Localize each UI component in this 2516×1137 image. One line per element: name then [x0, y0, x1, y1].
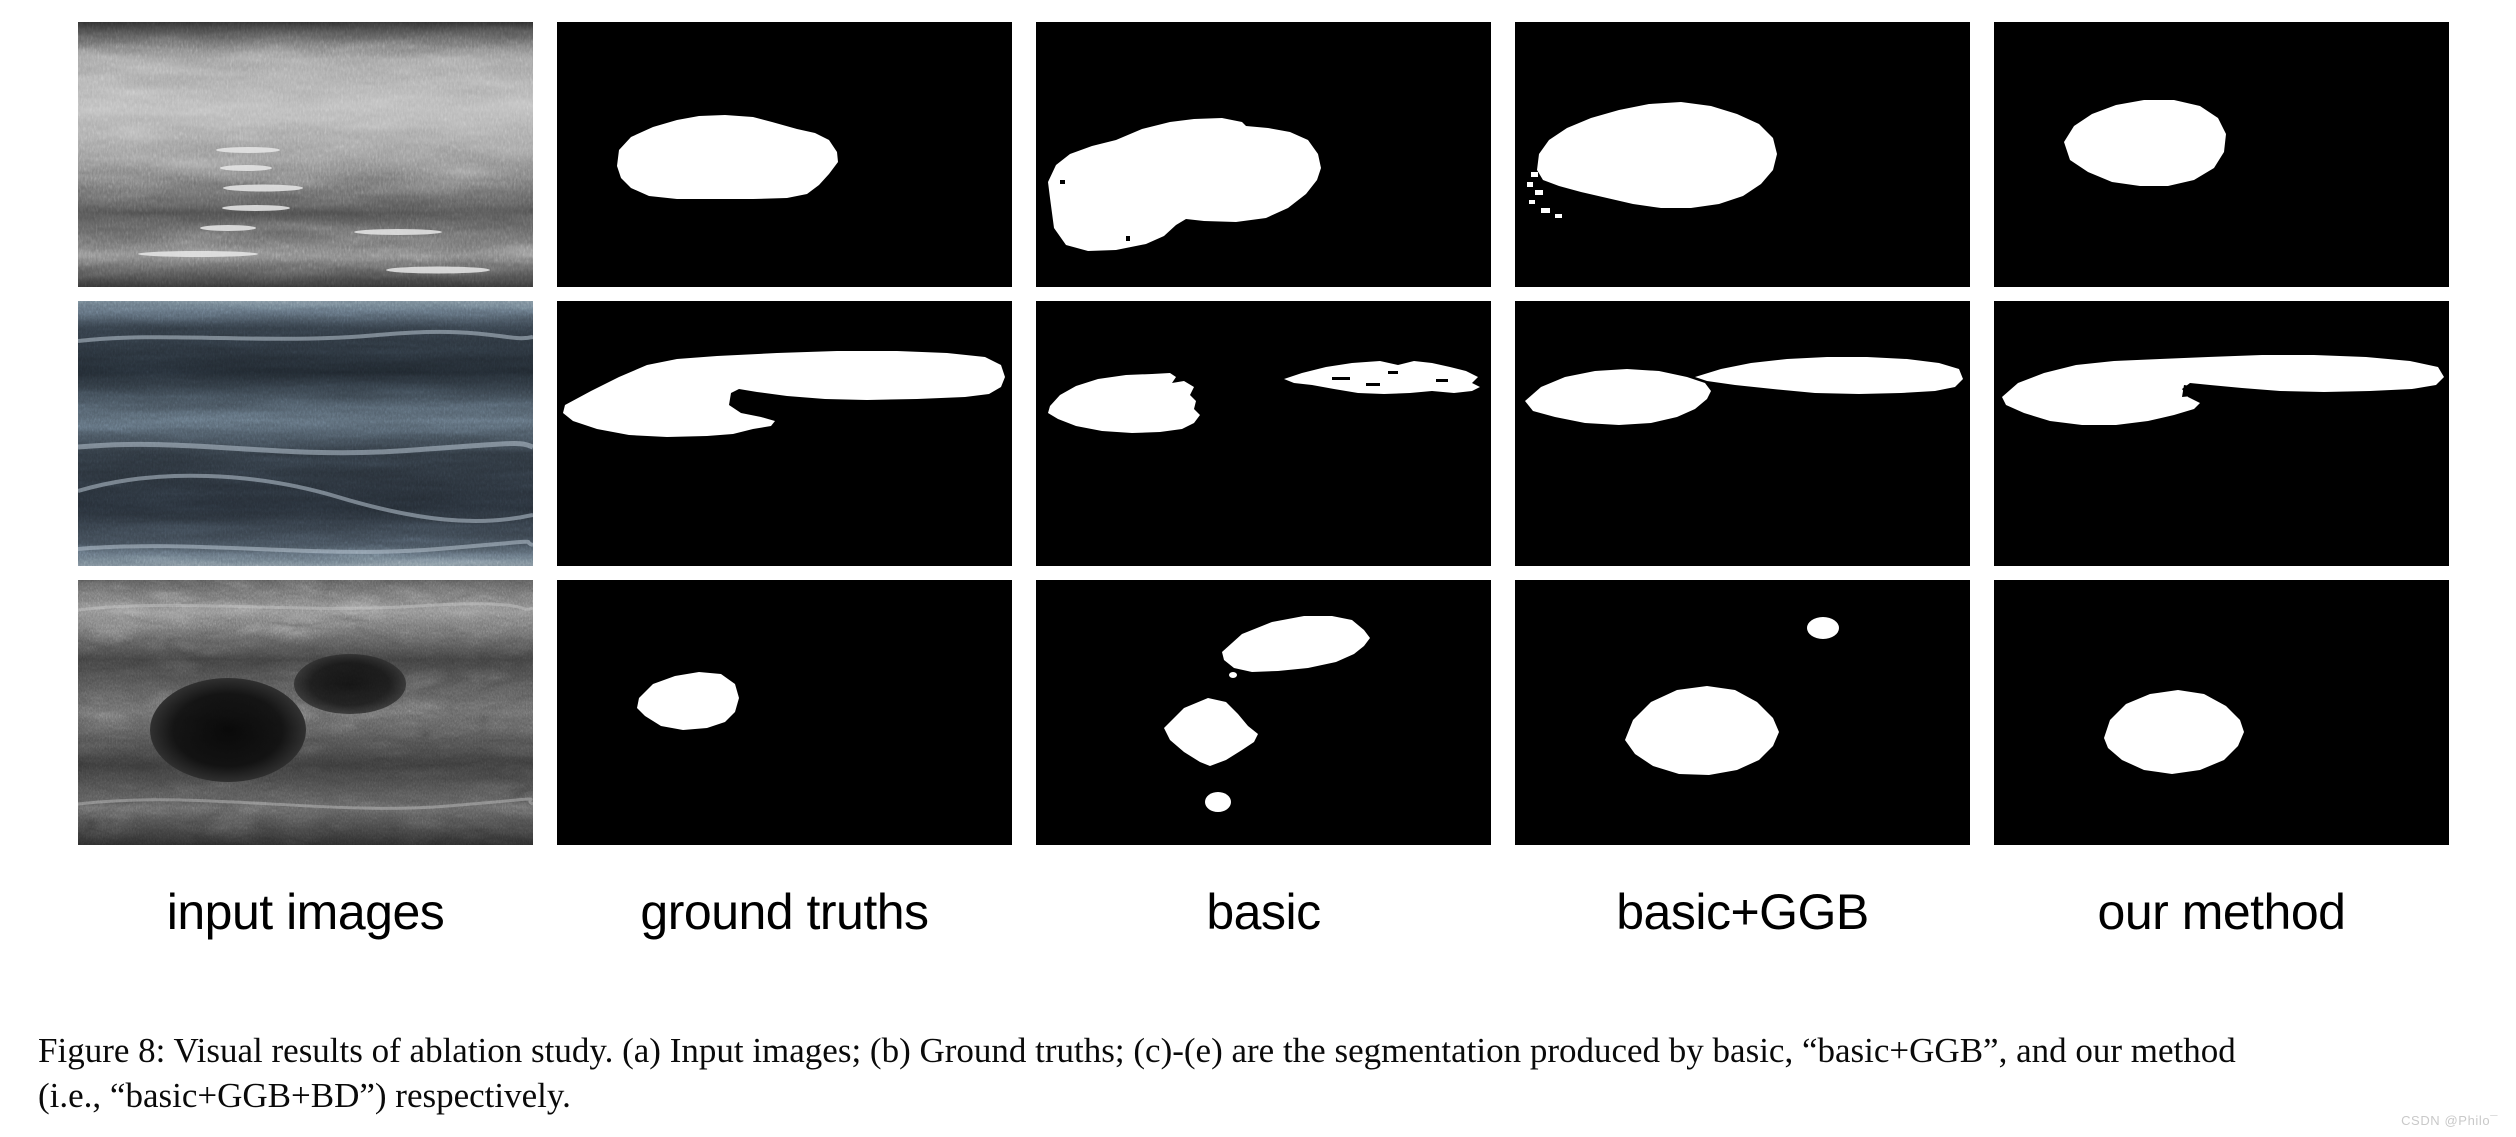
panel-row1-input-images: [78, 22, 533, 287]
segmentation-mask-row2-our-method: [1994, 301, 2449, 566]
panel-row2-input-images: [78, 301, 533, 566]
segmentation-mask-row2-basic: [1036, 301, 1491, 566]
panel-row3-basic: [1036, 580, 1491, 845]
figure-caption-line-1: Figure 8: Visual results of ablation stu…: [38, 1031, 2236, 1070]
csdn-watermark: CSDN @Philo¯: [2401, 1113, 2498, 1128]
panel-row3-ground-truth: [557, 580, 1012, 845]
segmentation-mask-row3-our-method: [1994, 580, 2449, 845]
column-label-basic-ggb: basic+GGB: [1616, 884, 1869, 940]
panel-row1-basic: [1036, 22, 1491, 287]
panel-row1-basic-ggb: [1515, 22, 1970, 287]
segmentation-mask-row3-ground-truth: [557, 580, 1012, 845]
segmentation-mask-row1-basic-ggb: [1515, 22, 1970, 287]
panel-row2-basic-ggb: [1515, 301, 1970, 566]
figure-page: input images ground truths basic basic+G…: [0, 0, 2516, 1137]
figure-grid: [78, 22, 2449, 845]
ultrasound-image-row1: [78, 22, 533, 287]
segmentation-mask-row1-basic: [1036, 22, 1491, 287]
segmentation-mask-row3-basic-ggb: [1515, 580, 1970, 845]
column-label-our-method: our method: [2097, 884, 2346, 940]
panel-row2-our-method: [1994, 301, 2449, 566]
segmentation-mask-row2-ground-truth: [557, 301, 1012, 566]
segmentation-mask-row1-ground-truth: [557, 22, 1012, 287]
panel-row3-basic-ggb: [1515, 580, 1970, 845]
column-label-input-images: input images: [166, 884, 445, 940]
panel-row1-our-method: [1994, 22, 2449, 287]
panel-row1-ground-truth: [557, 22, 1012, 287]
ultrasound-image-row3: [78, 580, 533, 845]
figure-caption: Figure 8: Visual results of ablation stu…: [38, 1028, 2488, 1118]
segmentation-mask-row3-basic: [1036, 580, 1491, 845]
column-label-ground-truths: ground truths: [640, 884, 929, 940]
segmentation-mask-row2-basic-ggb: [1515, 301, 1970, 566]
panel-row2-ground-truth: [557, 301, 1012, 566]
segmentation-mask-row1-our-method: [1994, 22, 2449, 287]
panel-row3-our-method: [1994, 580, 2449, 845]
ultrasound-image-row2: [78, 301, 533, 566]
column-labels-row: input images ground truths basic basic+G…: [78, 880, 2449, 944]
panel-row3-input-images: [78, 580, 533, 845]
figure-caption-line-2: (i.e., “basic+GGB+BD”) respectively.: [38, 1076, 571, 1115]
column-label-basic: basic: [1206, 884, 1321, 940]
panel-row2-basic: [1036, 301, 1491, 566]
